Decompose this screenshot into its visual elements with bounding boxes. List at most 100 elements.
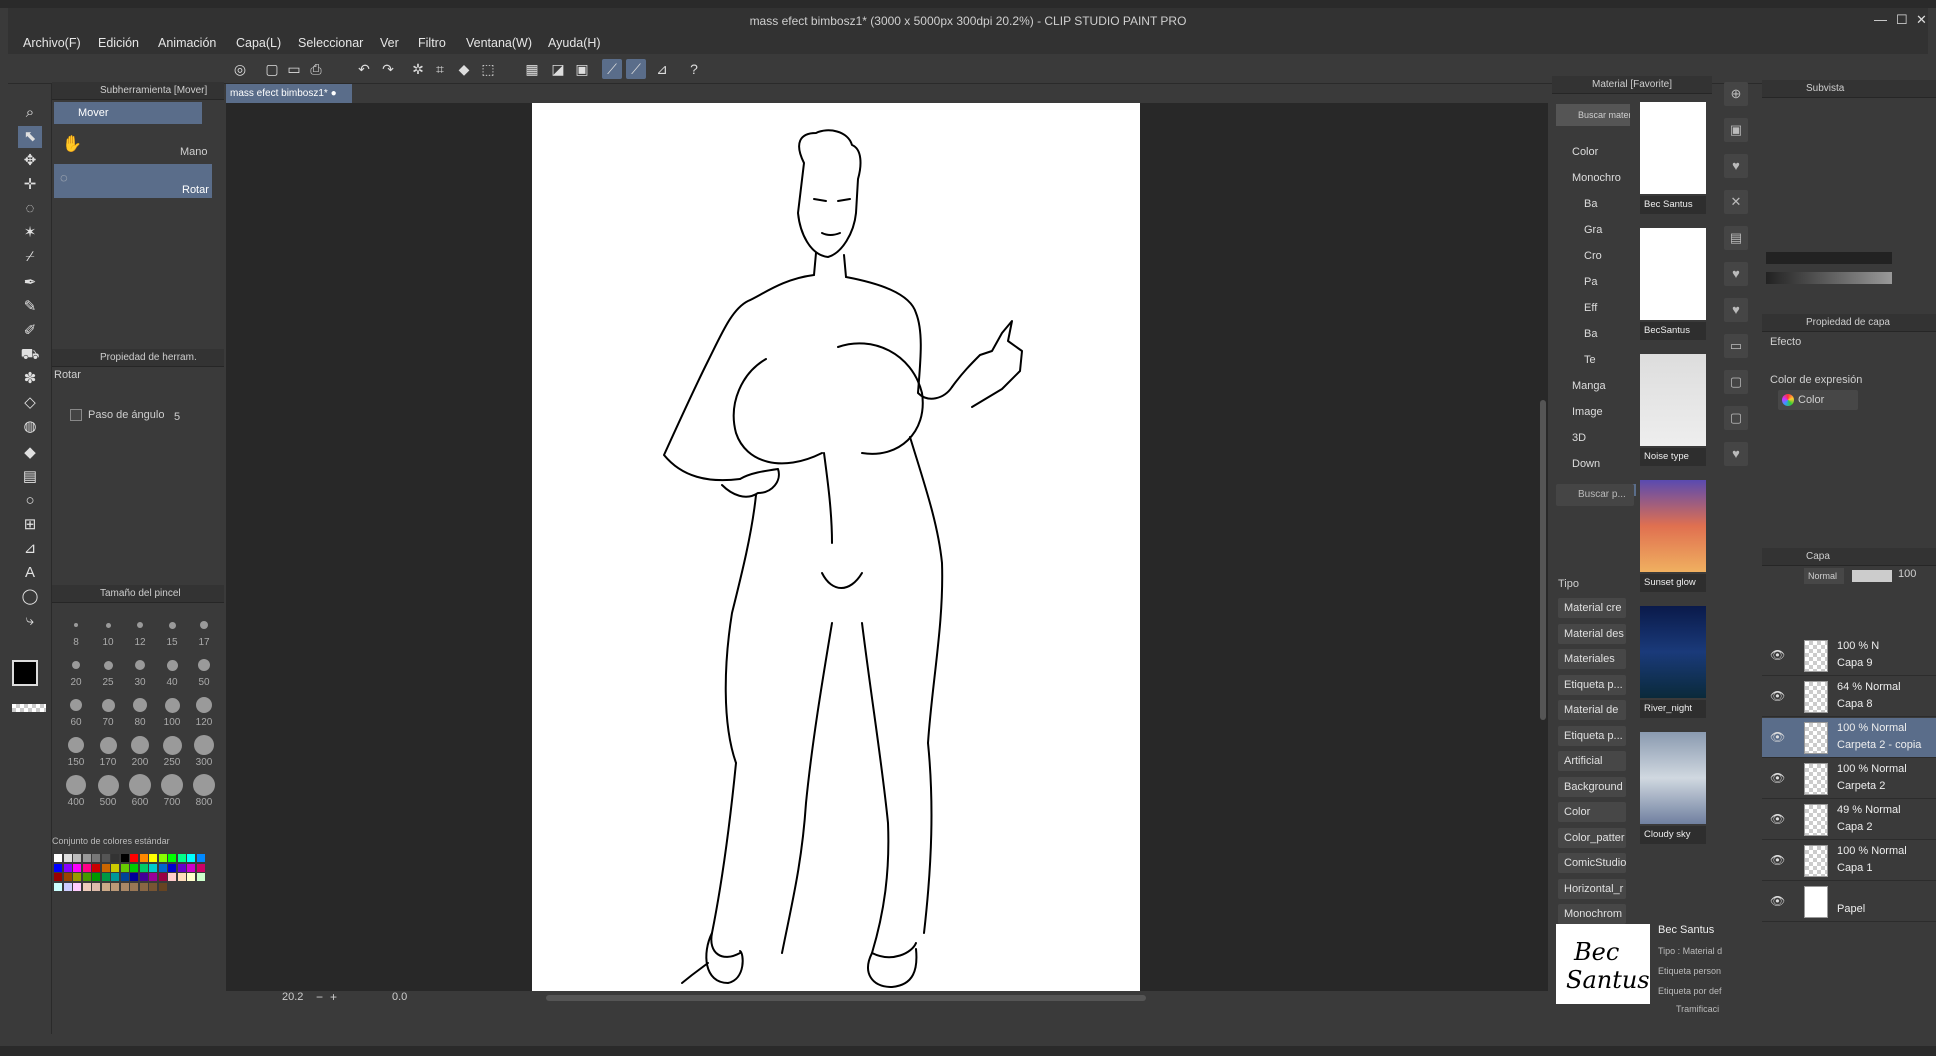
layer-row[interactable]: 👁 100 % Normal Carpeta 2 [1762,759,1936,799]
brush-size-dot[interactable] [70,699,82,711]
color-set-grid[interactable] [54,854,210,936]
visibility-eye-icon[interactable]: 👁 [1770,853,1785,867]
color-swatch[interactable] [139,873,148,881]
material-tag-button[interactable]: Artificial [1558,751,1626,771]
horizontal-scrollbar[interactable] [546,995,1146,1001]
color-swatch[interactable] [101,873,110,881]
color-swatch[interactable] [187,863,195,872]
color-swatch[interactable] [54,863,62,872]
clear-selection-icon[interactable]: ✲ [408,59,428,79]
color-swatch[interactable] [177,854,186,862]
figure-icon[interactable]: ○ [18,490,42,512]
color-swatch[interactable] [120,873,129,881]
subtool-mover[interactable]: Mover [54,102,202,124]
material-heart-icon[interactable]: ♥ [1724,154,1748,178]
material-tree-item[interactable]: Manga [1572,380,1640,392]
clip-studio-icon[interactable]: ◎ [230,59,250,79]
close-icon[interactable]: ✕ [1916,12,1927,28]
layer-name[interactable]: Capa 8 [1837,698,1872,710]
material-search-button[interactable]: Buscar mater... [1556,104,1630,126]
main-color-swatch[interactable] [12,660,38,686]
save-icon[interactable]: ⎙ [306,59,326,79]
color-swatch[interactable] [139,863,148,872]
brush-size-dot[interactable] [194,735,214,755]
decoration-icon[interactable]: ✽ [18,368,42,390]
angle-value[interactable]: 0.0 [392,991,407,1003]
color-swatch[interactable] [130,863,138,872]
color-swatch[interactable] [111,863,119,872]
brush-icon[interactable]: ✐ [18,320,42,342]
color-swatch[interactable] [82,882,91,891]
color-swatch[interactable] [54,873,62,881]
grid-icon[interactable]: ▦ [522,59,542,79]
material-tree-item[interactable]: 3D [1572,432,1640,444]
material-heart3-icon[interactable]: ♥ [1724,298,1748,322]
material-tree-item[interactable]: Ba [1584,198,1640,210]
menu-ayuda[interactable]: Ayuda(H) [548,36,601,50]
menu-edicion[interactable]: Edición [98,36,139,50]
color-swatch[interactable] [101,882,110,891]
fill-icon[interactable]: ◆ [454,59,474,79]
color-swatch[interactable] [187,873,195,881]
material-tag-button[interactable]: Color_patter [1558,827,1626,848]
transparent-color-swatch[interactable] [12,704,46,712]
color-swatch[interactable] [111,882,119,891]
color-swatch[interactable] [130,854,138,862]
brush-size-dot[interactable] [200,621,208,629]
menu-ver[interactable]: Ver [380,36,399,50]
transform-icon[interactable]: ⬚ [478,59,498,79]
layer-row[interactable]: 👁 100 % Normal Carpeta 2 - copia [1762,718,1936,758]
correct-line-icon[interactable]: ⤷ [18,610,42,632]
layer-name[interactable]: Carpeta 2 [1837,780,1885,792]
undo-icon[interactable]: ↶ [354,59,374,79]
canvas-paper[interactable] [532,103,1140,991]
color-swatch[interactable] [73,873,81,881]
brush-size-dot[interactable] [133,698,147,712]
material-heart4-icon[interactable]: ♥ [1724,442,1748,466]
material-thumbnail[interactable] [1640,102,1706,194]
help-icon[interactable]: ? [684,59,704,79]
brush-size-dot[interactable] [198,659,210,671]
brush-size-dot[interactable] [129,774,151,796]
zoom-out-icon[interactable]: − [316,990,323,1004]
zoom-in-icon[interactable]: + [330,990,337,1004]
brush-size-dot[interactable] [105,622,111,628]
material-tag-button[interactable]: Material de [1558,700,1626,720]
frame-border-icon[interactable]: ⊞ [18,514,42,536]
text-icon[interactable]: A [18,562,42,584]
material-thumbnail[interactable] [1640,354,1706,446]
color-swatch[interactable] [120,882,129,891]
menu-seleccionar[interactable]: Seleccionar [298,36,363,50]
material-tree-item[interactable]: Down [1572,458,1640,470]
color-swatch[interactable] [54,882,62,891]
layer-move-icon[interactable]: ✥ [18,150,42,172]
blend-icon[interactable]: ◍ [18,416,42,438]
material-tag-button[interactable]: Background [1558,776,1626,797]
lasso-icon[interactable]: ◌ [18,198,42,220]
material-box-icon[interactable]: ▢ [1724,370,1748,394]
material-tree-item[interactable]: Pa [1584,276,1640,288]
color-swatch[interactable] [101,854,110,862]
angle-step-value[interactable]: 5 [174,411,180,423]
color-swatch[interactable] [63,863,72,872]
material-thumbnail[interactable] [1640,606,1706,698]
material-view-icon[interactable]: ⊕ [1724,82,1748,106]
tone-icon[interactable]: ◪ [548,59,568,79]
redo-icon[interactable]: ↷ [378,59,398,79]
ruler-snap-icon[interactable]: ⟋ [602,59,622,79]
ruler-icon[interactable]: ⊿ [18,538,42,560]
mask-icon[interactable]: ▣ [572,59,592,79]
layer-row[interactable]: 👁 64 % Normal Capa 8 [1762,677,1936,717]
visibility-eye-icon[interactable]: 👁 [1770,689,1785,703]
fill-bucket-icon[interactable]: ◆ [18,442,42,464]
brush-size-dot[interactable] [66,775,86,795]
color-swatch[interactable] [168,863,176,872]
material-tree-item[interactable]: Image [1572,406,1640,418]
color-swatch[interactable] [63,882,72,891]
color-swatch[interactable] [168,854,176,862]
maximize-icon[interactable]: ☐ [1896,12,1908,28]
material-layers-icon[interactable]: ▤ [1724,226,1748,250]
material-tag-button[interactable]: Etiqueta p... [1558,674,1626,695]
pen-icon[interactable]: ✒ [18,272,42,294]
layer-row[interactable]: 👁 100 % N Capa 9 [1762,636,1936,676]
